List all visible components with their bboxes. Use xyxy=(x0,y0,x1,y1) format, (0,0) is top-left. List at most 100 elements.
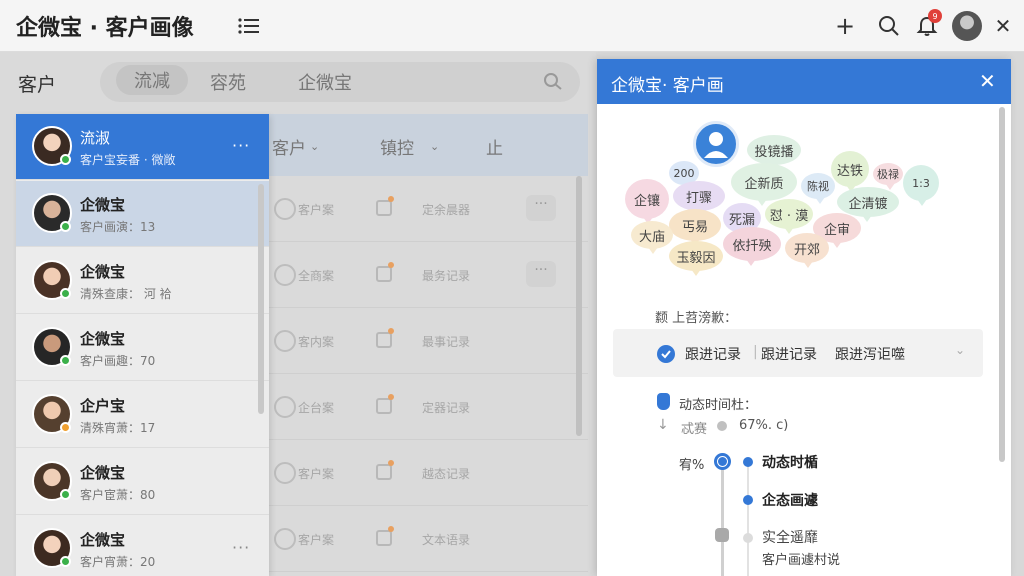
tab-1[interactable]: 容苑 xyxy=(210,69,246,95)
down-arrow-icon: ↓ xyxy=(657,417,669,433)
dropdown-option[interactable]: 跟进记录 xyxy=(685,344,741,364)
search-icon[interactable] xyxy=(876,13,902,39)
row-cell: 客户案 xyxy=(298,533,335,547)
customer-portrait-panel: 企微宝· 客户画 ✕ 投镜播 200 打骤 企新质 陈视 达铁 极禄 1:3 企… xyxy=(597,59,1011,576)
customer-subtitle: 客户宵萧：20 xyxy=(80,555,156,569)
close-icon[interactable]: ✕ xyxy=(990,13,1016,39)
list-item[interactable]: 企微宝 客户宵萧：20 ··· xyxy=(16,516,269,576)
list-item[interactable]: 企微宝 客户画演：13 xyxy=(16,181,269,247)
edit-dot xyxy=(388,394,394,400)
table-row[interactable]: 全商案 最务记录 ··· xyxy=(268,242,588,308)
row-cell: 全商案 xyxy=(298,269,335,283)
table-header-stop[interactable]: 止 xyxy=(486,134,503,159)
customer-subtitle: 客户画趣：70 xyxy=(80,354,156,368)
stat-value: 67%. c) xyxy=(739,418,789,433)
list-item[interactable]: 企户宝 清殊宵萧：17 xyxy=(16,382,269,448)
timeline-node-inner xyxy=(718,457,727,466)
user-icon xyxy=(274,264,296,286)
edit-dot xyxy=(388,262,394,268)
tag-bubble: 打骤 xyxy=(673,181,725,216)
status-dot-icon xyxy=(717,421,727,431)
more-icon[interactable]: ··· xyxy=(526,261,556,287)
table-header-control[interactable]: 镇控 xyxy=(380,134,414,159)
user-icon xyxy=(274,330,296,352)
top-bar: 企微宝 · 客户画像 + 9 ✕ xyxy=(0,0,1024,52)
list-item[interactable]: 企微宝 清殊查康： 河 袷 xyxy=(16,248,269,314)
table-scrollbar[interactable] xyxy=(576,176,582,436)
user-avatar[interactable] xyxy=(952,11,982,41)
customer-subtitle: 清殊宵萧：17 xyxy=(80,421,156,435)
table-row[interactable]: 客户案 定余晨器 ··· xyxy=(268,176,588,242)
customer-name: 企微宝 xyxy=(80,531,126,549)
timeline-left-label: 宥% xyxy=(679,458,705,473)
tab-search-icon[interactable] xyxy=(542,70,564,92)
tab-0[interactable]: 流减 xyxy=(116,65,188,95)
edit-dot xyxy=(388,328,394,334)
dropdown-option[interactable]: 跟进记录 xyxy=(761,344,817,364)
tag-bubble: 开郊 xyxy=(785,233,829,268)
list-menu-icon[interactable] xyxy=(238,17,260,35)
list-item[interactable]: 流淑 客户宝妄番 · 微敞 ··· xyxy=(16,114,269,180)
timeline-axis xyxy=(721,459,724,576)
timeline-dot-icon xyxy=(743,495,753,505)
list-item[interactable]: 企微宝 客户宦萧：80 xyxy=(16,449,269,515)
row-cell: 客户案 xyxy=(298,203,335,217)
edit-icon[interactable] xyxy=(376,398,392,414)
row-cell: 定器记录 xyxy=(422,401,471,415)
user-icon xyxy=(274,528,296,550)
bell-icon[interactable]: 9 xyxy=(914,9,942,39)
customer-subtitle: 客户宝妄番 · 微敞 xyxy=(80,153,176,167)
table-row[interactable]: 客内案 最事记录 xyxy=(268,308,588,374)
tag-bubble: 怼 · 漠 xyxy=(765,199,813,234)
tag-bubble: 企新质 xyxy=(731,163,797,206)
timeline-item[interactable]: 企态画遽 xyxy=(762,490,818,510)
panel-scrollbar[interactable] xyxy=(999,107,1005,462)
list-item[interactable]: 企微宝 客户画趣：70 xyxy=(16,315,269,381)
more-icon[interactable]: ··· xyxy=(232,136,250,155)
tag-bubble: 企镶 xyxy=(625,179,669,224)
row-cell: 最事记录 xyxy=(422,335,471,349)
table-row[interactable]: 客户案 文本语录 xyxy=(268,506,588,572)
more-icon[interactable]: ··· xyxy=(232,538,250,557)
customer-subtitle: 清殊查康： 河 袷 xyxy=(80,287,172,301)
table-row[interactable]: 客户案 越态记录 xyxy=(268,440,588,506)
stat-label: 忒赛 xyxy=(681,422,708,437)
edit-icon[interactable] xyxy=(376,266,392,282)
table-row[interactable]: 企台案 定器记录 xyxy=(268,374,588,440)
edit-dot xyxy=(388,460,394,466)
edit-icon[interactable] xyxy=(376,530,392,546)
timeline-item[interactable]: 动态时楯 xyxy=(762,452,818,472)
row-cell: 越态记录 xyxy=(422,467,471,481)
customer-list: 流淑 客户宝妄番 · 微敞 ··· 企微宝 客户画演：13 企微宝 清殊查康： … xyxy=(16,114,269,576)
away-status-icon xyxy=(60,422,71,433)
user-icon xyxy=(274,462,296,484)
panel-close-icon[interactable]: ✕ xyxy=(979,69,996,93)
row-cell: 企台案 xyxy=(298,401,335,415)
list-scrollbar[interactable] xyxy=(258,184,264,414)
tag-bubble: 极禄 xyxy=(873,163,903,190)
table-header-customer[interactable]: 客户 xyxy=(272,134,306,159)
tag-bubble: 丐易 xyxy=(669,209,721,246)
timeline-item[interactable]: 实全遥靡 xyxy=(762,527,818,547)
add-icon[interactable]: + xyxy=(832,12,858,40)
online-status-icon xyxy=(60,221,71,232)
edit-icon[interactable] xyxy=(376,332,392,348)
edit-icon[interactable] xyxy=(376,464,392,480)
dropdown-option[interactable]: 跟进泻讵噬 xyxy=(835,344,905,364)
online-status-icon xyxy=(60,288,71,299)
panel-header: 企微宝· 客户画 ✕ xyxy=(597,59,1011,104)
section-label: 颣 上苕滂歉： xyxy=(655,311,738,326)
notification-badge: 9 xyxy=(928,9,942,23)
follow-up-dropdown[interactable]: 跟进记录 | 跟进记录 跟进泻讵噬 ⌄ xyxy=(613,329,983,377)
customer-subtitle: 客户画演：13 xyxy=(80,220,156,234)
more-icon[interactable]: ··· xyxy=(526,195,556,221)
section-label: 动态时间杜： xyxy=(679,398,758,413)
tag-bubble: 玉毅因 xyxy=(669,241,723,276)
timeline-dot-icon xyxy=(743,533,753,543)
chevron-down-icon[interactable]: ⌄ xyxy=(955,343,965,357)
dropdown-separator: | xyxy=(753,344,758,360)
edit-icon[interactable] xyxy=(376,200,392,216)
timeline-dot-icon xyxy=(743,457,753,467)
tab-2[interactable]: 企微宝 xyxy=(298,69,352,95)
customer-name: 企微宝 xyxy=(80,263,126,281)
